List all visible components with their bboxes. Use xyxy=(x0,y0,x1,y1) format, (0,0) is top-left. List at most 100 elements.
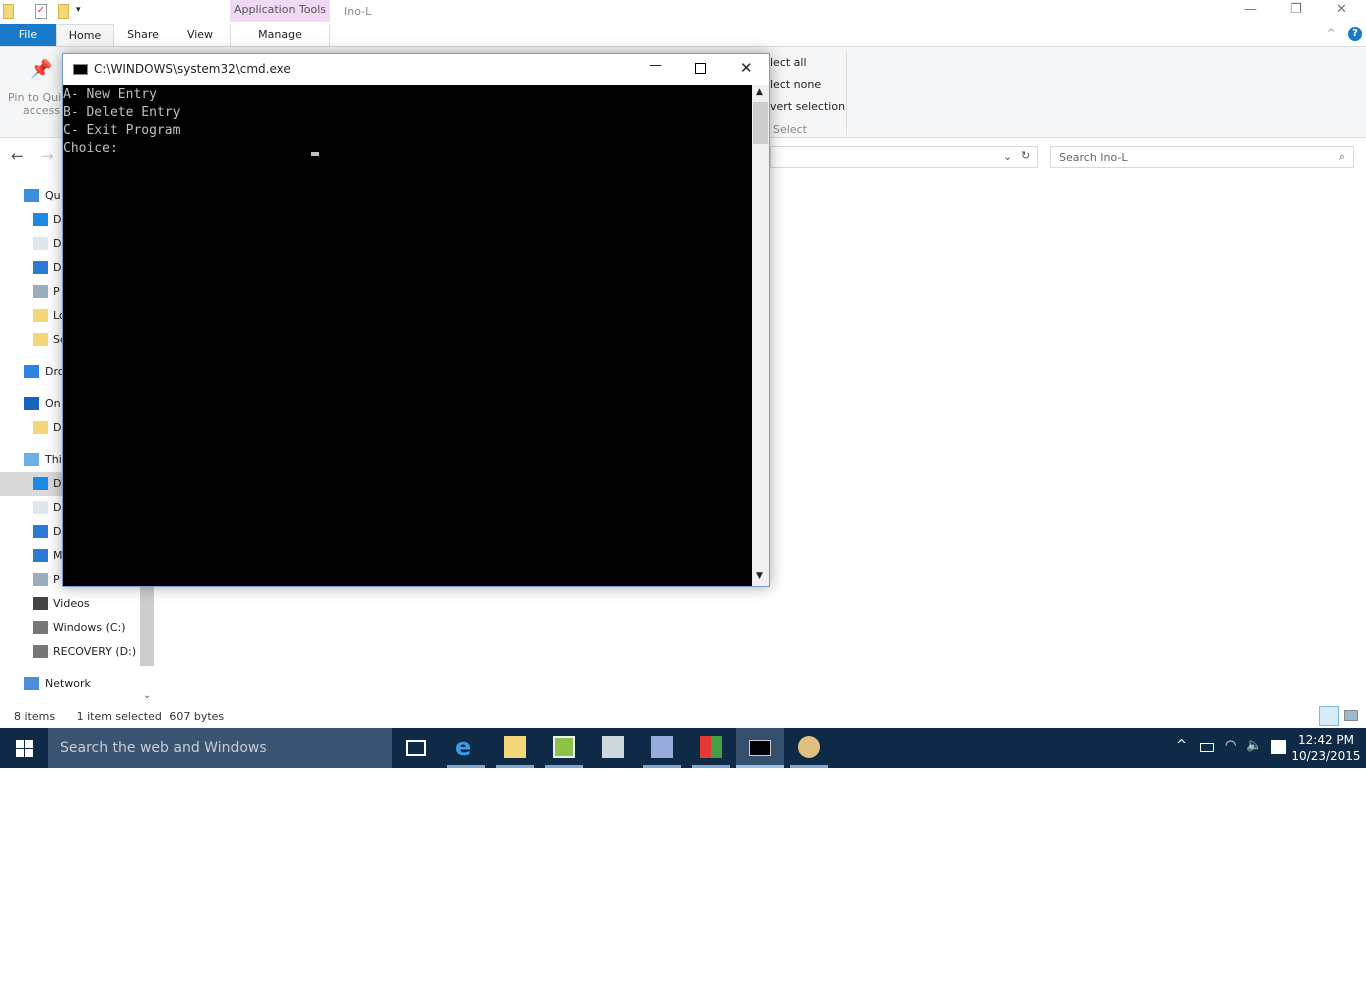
scroll-up-icon[interactable]: ▲ xyxy=(756,87,763,97)
nav-item-label: D xyxy=(53,421,62,434)
address-bar[interactable]: ⌄ ↻ xyxy=(770,146,1038,168)
scrollbar-thumb[interactable] xyxy=(753,102,768,144)
cmd-taskbar-button[interactable] xyxy=(736,728,784,768)
store-icon[interactable] xyxy=(700,736,722,758)
pictures-icon xyxy=(33,573,48,586)
taskbar: Search the web and Windows e ^ ◠ 🔈 12:42… xyxy=(0,728,1366,768)
tab-view[interactable]: View xyxy=(175,24,225,46)
item-count: 8 items xyxy=(14,710,56,723)
pin-label-2: access xyxy=(23,104,61,117)
battery-icon[interactable] xyxy=(1200,743,1214,752)
nav-item[interactable]: Videos xyxy=(0,592,140,616)
nav-item-label: P xyxy=(53,285,60,298)
console-line: B- Delete Entry xyxy=(63,105,181,120)
start-button[interactable] xyxy=(16,740,33,757)
nav-item[interactable]: Network xyxy=(0,672,140,696)
tab-home[interactable]: Home xyxy=(56,24,114,46)
pin-icon[interactable]: 📌 xyxy=(30,59,52,80)
nav-item-label: Thi xyxy=(45,453,62,466)
forward-icon[interactable]: → xyxy=(41,147,54,165)
action-center-icon[interactable] xyxy=(1271,740,1286,754)
tab-manage[interactable]: Manage xyxy=(230,24,330,46)
nav-item[interactable]: RECOVERY (D:) xyxy=(0,640,140,664)
paint-icon[interactable] xyxy=(798,736,820,758)
chevron-down-icon[interactable]: ⌄ xyxy=(1003,150,1012,163)
invert-selection-button[interactable]: vert selection xyxy=(770,100,845,113)
nav-item-label: D xyxy=(53,213,62,226)
task-view-icon[interactable] xyxy=(406,740,426,756)
minimize-icon[interactable]: — xyxy=(1244,2,1257,17)
quick-access-toolbar: ✓ ▾ xyxy=(0,0,230,24)
maximize-icon[interactable] xyxy=(695,63,706,74)
large-icons-view-icon[interactable] xyxy=(1344,710,1358,721)
search-placeholder: Search Ino-L xyxy=(1059,151,1128,164)
folder-icon xyxy=(33,333,48,346)
spreadsheet-app-icon[interactable] xyxy=(553,736,575,758)
nav-scrollbar-thumb[interactable] xyxy=(140,586,154,666)
customize-qat-icon[interactable]: ▾ xyxy=(76,5,81,15)
pin-label[interactable]: Pin to Qui xyxy=(8,91,61,104)
nav-item[interactable]: Windows (C:) xyxy=(0,616,140,640)
folder-icon xyxy=(33,309,48,322)
restore-icon[interactable]: ❐ xyxy=(1290,2,1302,17)
nav-item-label: Windows (C:) xyxy=(53,621,126,634)
select-none-button[interactable]: lect none xyxy=(770,78,821,91)
contextual-tab-header: Application Tools xyxy=(230,0,330,22)
this-pc-icon xyxy=(24,453,39,466)
onedrive-icon xyxy=(24,397,39,410)
network-icon xyxy=(24,677,39,690)
back-icon[interactable]: ← xyxy=(11,147,24,165)
console-output[interactable]: A- New Entry B- Delete Entry C- Exit Progr… xyxy=(63,85,752,586)
edge-icon[interactable]: e xyxy=(455,735,477,759)
desktop-icon xyxy=(33,213,48,226)
date: 10/23/2015 xyxy=(1291,749,1361,763)
close-icon[interactable]: ✕ xyxy=(1336,2,1347,17)
cmd-title: C:\WINDOWS\system32\cmd.exe xyxy=(94,62,291,76)
search-input[interactable]: Search Ino-L ⌕ xyxy=(1050,146,1354,168)
notes-app-icon[interactable] xyxy=(651,736,673,758)
refresh-icon[interactable]: ↻ xyxy=(1021,149,1030,162)
scroll-down-icon[interactable]: ⌄ xyxy=(143,690,151,701)
search-icon[interactable]: ⌕ xyxy=(1339,150,1345,164)
properties-icon[interactable]: ✓ xyxy=(35,4,47,19)
console-scrollbar[interactable]: ▲ ▼ xyxy=(752,85,769,586)
console-line: C- Exit Program xyxy=(63,123,181,138)
nav-item-label: Drc xyxy=(45,365,64,378)
nav-item-label: On xyxy=(45,397,61,410)
folder-icon[interactable] xyxy=(3,4,14,19)
volume-icon[interactable]: 🔈 xyxy=(1246,738,1262,753)
taskbar-search[interactable]: Search the web and Windows xyxy=(48,728,392,768)
desktop-icon xyxy=(33,477,48,490)
show-hidden-icons[interactable]: ^ xyxy=(1176,738,1187,753)
close-icon[interactable]: ✕ xyxy=(740,59,753,77)
cmd-title-bar[interactable]: C:\WINDOWS\system32\cmd.exe — ✕ xyxy=(63,54,769,85)
new-folder-icon[interactable] xyxy=(58,4,69,19)
drive-icon xyxy=(33,621,48,634)
help-icon[interactable]: ? xyxy=(1348,27,1362,41)
tab-file[interactable]: File xyxy=(0,24,56,46)
nav-item-label: Videos xyxy=(53,597,90,610)
time: 12:42 PM xyxy=(1298,733,1354,747)
console-line: A- New Entry xyxy=(63,87,157,102)
nav-item-label: Network xyxy=(45,677,91,690)
select-all-button[interactable]: lect all xyxy=(770,56,807,69)
nav-item-label: D xyxy=(53,501,62,514)
collapse-ribbon-icon[interactable]: ^ xyxy=(1327,28,1335,39)
details-view-icon[interactable] xyxy=(1319,706,1339,726)
music-icon xyxy=(33,549,48,562)
documents-icon xyxy=(33,237,48,250)
wifi-icon[interactable]: ◠ xyxy=(1225,738,1236,753)
selected-count: 1 item selected xyxy=(76,710,162,723)
clock[interactable]: 12:42 PM 10/23/2015 xyxy=(1290,732,1362,764)
selected-size: 607 bytes xyxy=(169,710,225,723)
status-bar: 8 items 1 item selected 607 bytes xyxy=(14,710,224,723)
file-explorer-icon[interactable] xyxy=(504,736,526,758)
window-title: Ino-L xyxy=(344,5,372,18)
select-group-label: Select xyxy=(773,123,807,136)
dropbox-icon xyxy=(24,365,39,378)
scroll-down-icon[interactable]: ▼ xyxy=(756,571,763,581)
app-icon[interactable] xyxy=(602,736,624,758)
minimize-icon[interactable]: — xyxy=(649,58,662,73)
tab-share[interactable]: Share xyxy=(118,24,168,46)
cmd-icon xyxy=(73,64,88,75)
